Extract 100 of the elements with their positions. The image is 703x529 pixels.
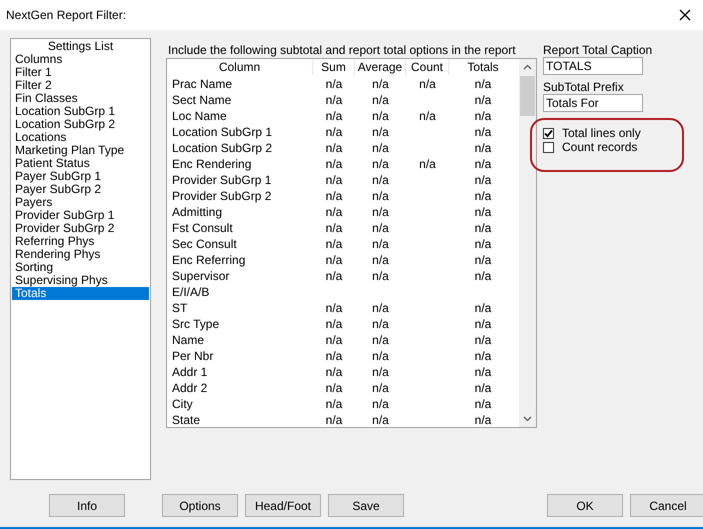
table-cell: n/a [372,77,389,91]
table-cell: n/a [419,109,436,123]
table-cell: n/a [372,317,389,331]
table-cell: n/a [474,221,492,235]
table-cell: n/a [326,77,342,91]
row-label: Location SubGrp 2 [172,141,272,155]
scroll-up-icon[interactable] [523,64,532,70]
table-cell: n/a [474,205,492,219]
list-item[interactable]: Provider SubGrp 2 [12,222,149,235]
list-item[interactable]: Filter 1 [12,66,149,79]
row-label: Admitting [172,205,222,219]
dialog-button[interactable]: Cancel [630,494,703,517]
list-item[interactable]: Payers [12,196,149,209]
table-cell: n/a [326,397,342,411]
checkbox[interactable] [543,128,554,138]
scroll-thumb[interactable] [520,76,535,116]
caption-field[interactable]: TOTALS [543,57,643,75]
table-cell: n/a [372,237,389,251]
table-cell: n/a [474,413,492,427]
table-cell: n/a [372,349,389,363]
list-item[interactable]: Supervising Phys [12,274,149,287]
list-item[interactable]: Fin Classes [12,92,149,105]
column-header[interactable]: Count [406,60,449,75]
dialog-button[interactable]: Info [49,494,125,517]
table-cell: n/a [372,269,389,283]
row-label: State [172,413,200,427]
instruction-text: Include the following subtotal and report total options in the report [167,44,517,57]
table-cell: n/a [372,397,389,411]
table-cell: n/a [326,189,342,203]
table-cell: n/a [419,157,436,171]
checkbox-label: Total lines only [562,126,641,140]
table-cell: n/a [372,205,389,219]
row-label: Fst Consult [172,221,233,235]
window-title: NextGen Report Filter: [6,8,126,22]
table-cell: n/a [326,221,342,235]
prefix-field[interactable]: Totals For [543,94,643,112]
list-item[interactable]: Referring Phys [12,235,149,248]
table-cell: n/a [326,301,342,315]
list-item[interactable]: Totals [12,287,149,300]
scrollbar[interactable] [519,59,536,427]
table-cell: n/a [372,253,389,267]
table-cell: n/a [326,205,342,219]
list-item[interactable]: Columns [12,53,149,66]
table-cell: n/a [372,301,389,315]
table-cell: n/a [372,365,389,379]
table-cell: n/a [326,253,342,267]
list-item[interactable]: Location SubGrp 1 [12,105,149,118]
table-cell: n/a [474,253,492,267]
table-cell: n/a [372,173,389,187]
row-label: Supervisor [172,269,230,283]
list-item[interactable]: Sorting [12,261,149,274]
table-cell: n/a [474,349,492,363]
close-icon[interactable] [679,9,691,21]
table-cell: n/a [326,109,342,123]
table-cell: n/a [372,109,389,123]
table-cell: n/a [474,157,492,171]
dialog-button[interactable]: Save [328,494,404,517]
list-item[interactable]: Filter 2 [12,79,149,92]
column-header[interactable]: Sum [313,60,355,75]
list-item[interactable]: Locations [12,131,149,144]
dialog-button[interactable]: Head/Foot [245,494,321,517]
table-cell: n/a [326,125,342,139]
table-cell: n/a [474,173,492,187]
column-header[interactable]: Average [355,60,406,75]
list-item[interactable]: Patient Status [12,157,149,170]
list-item[interactable]: Rendering Phys [12,248,149,261]
dialog-button[interactable]: OK [547,494,623,517]
table-cell: n/a [326,141,342,155]
table-cell: n/a [474,125,492,139]
table-cell: n/a [474,189,492,203]
table-cell: n/a [474,317,492,331]
row-label: Addr 2 [172,381,208,395]
list-item[interactable]: Location SubGrp 2 [12,118,149,131]
list-item[interactable]: Payer SubGrp 2 [12,183,149,196]
row-label: Enc Rendering [172,157,252,171]
field-label: SubTotal Prefix [543,81,625,94]
list-item[interactable]: Payer SubGrp 1 [12,170,149,183]
table-cell: n/a [326,237,342,251]
row-label: Enc Referring [172,253,246,267]
column-header[interactable]: Column [167,60,313,75]
checkbox[interactable] [543,142,554,152]
table-cell: n/a [474,365,492,379]
table-cell: n/a [474,77,492,91]
list-heading: Settings List [46,39,114,53]
row-label: Src Type [172,317,220,331]
list-item[interactable]: Provider SubGrp 1 [12,209,149,222]
row-label: Provider SubGrp 1 [172,173,272,187]
dialog-button[interactable]: Options [162,494,238,517]
list-item[interactable]: Marketing Plan Type [12,144,149,157]
scroll-down-icon[interactable] [523,416,532,422]
table-cell: n/a [372,157,389,171]
table-cell: n/a [372,413,389,427]
column-header[interactable]: Totals [449,60,517,75]
table-cell: n/a [326,93,342,107]
table-cell: n/a [326,173,342,187]
table-cell: n/a [326,333,342,347]
row-label: Per Nbr [172,349,214,363]
table-cell: n/a [372,333,389,347]
row-label: Loc Name [172,109,227,123]
row-label: ST [172,301,188,315]
